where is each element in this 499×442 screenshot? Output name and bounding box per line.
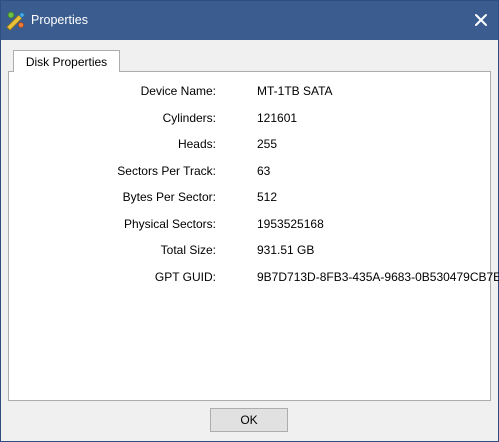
property-row-gpt-guid: GPT GUID: 9B7D713D-8FB3-435A-9683-0B5304… bbox=[9, 270, 499, 286]
sectors-per-track-label: Sectors Per Track: bbox=[117, 164, 216, 178]
property-row-cylinders: Cylinders: 121601 bbox=[9, 111, 492, 127]
tab-label: Disk Properties bbox=[25, 55, 108, 69]
window-title: Properties bbox=[31, 13, 88, 27]
disk-properties-panel: Device Name: MT-1TB SATA Cylinders: 1216… bbox=[8, 71, 499, 401]
total-size-value: 931.51 GB bbox=[257, 243, 315, 257]
cylinders-value: 121601 bbox=[257, 111, 298, 125]
ok-button[interactable]: OK bbox=[210, 408, 288, 432]
physical-sectors-label: Physical Sectors: bbox=[123, 217, 216, 231]
property-row-total-size: Total Size: 931.51 GB bbox=[9, 243, 492, 259]
property-row-sectors-per-track: Sectors Per Track: 63 bbox=[9, 164, 492, 180]
physical-sectors-value: 1953525168 bbox=[257, 217, 324, 231]
total-size-label: Total Size: bbox=[160, 243, 216, 257]
title-bar[interactable]: Properties bbox=[1, 1, 498, 40]
device-name-label: Device Name: bbox=[140, 84, 216, 98]
properties-dialog: Properties Disk Properties Device Name: … bbox=[0, 0, 499, 442]
heads-label: Heads: bbox=[177, 137, 216, 151]
property-row-bytes-per-sector: Bytes Per Sector: 512 bbox=[9, 190, 492, 206]
sectors-per-track-value: 63 bbox=[257, 164, 271, 178]
close-icon bbox=[475, 14, 487, 26]
bytes-per-sector-label: Bytes Per Sector: bbox=[122, 190, 216, 204]
property-row-device-name: Device Name: MT-1TB SATA bbox=[9, 84, 492, 100]
property-row-physical-sectors: Physical Sectors: 1953525168 bbox=[9, 217, 492, 233]
bytes-per-sector-value: 512 bbox=[257, 190, 278, 204]
heads-value: 255 bbox=[257, 137, 278, 151]
cylinders-label: Cylinders: bbox=[162, 111, 216, 125]
close-button[interactable] bbox=[468, 7, 494, 33]
app-icon bbox=[5, 9, 27, 31]
gpt-guid-label: GPT GUID: bbox=[154, 270, 216, 284]
tab-disk-properties[interactable]: Disk Properties bbox=[13, 50, 120, 72]
property-row-heads: Heads: 255 bbox=[9, 137, 492, 153]
device-name-value: MT-1TB SATA bbox=[257, 84, 333, 98]
gpt-guid-value: 9B7D713D-8FB3-435A-9683-0B530479CB7E bbox=[257, 270, 499, 284]
